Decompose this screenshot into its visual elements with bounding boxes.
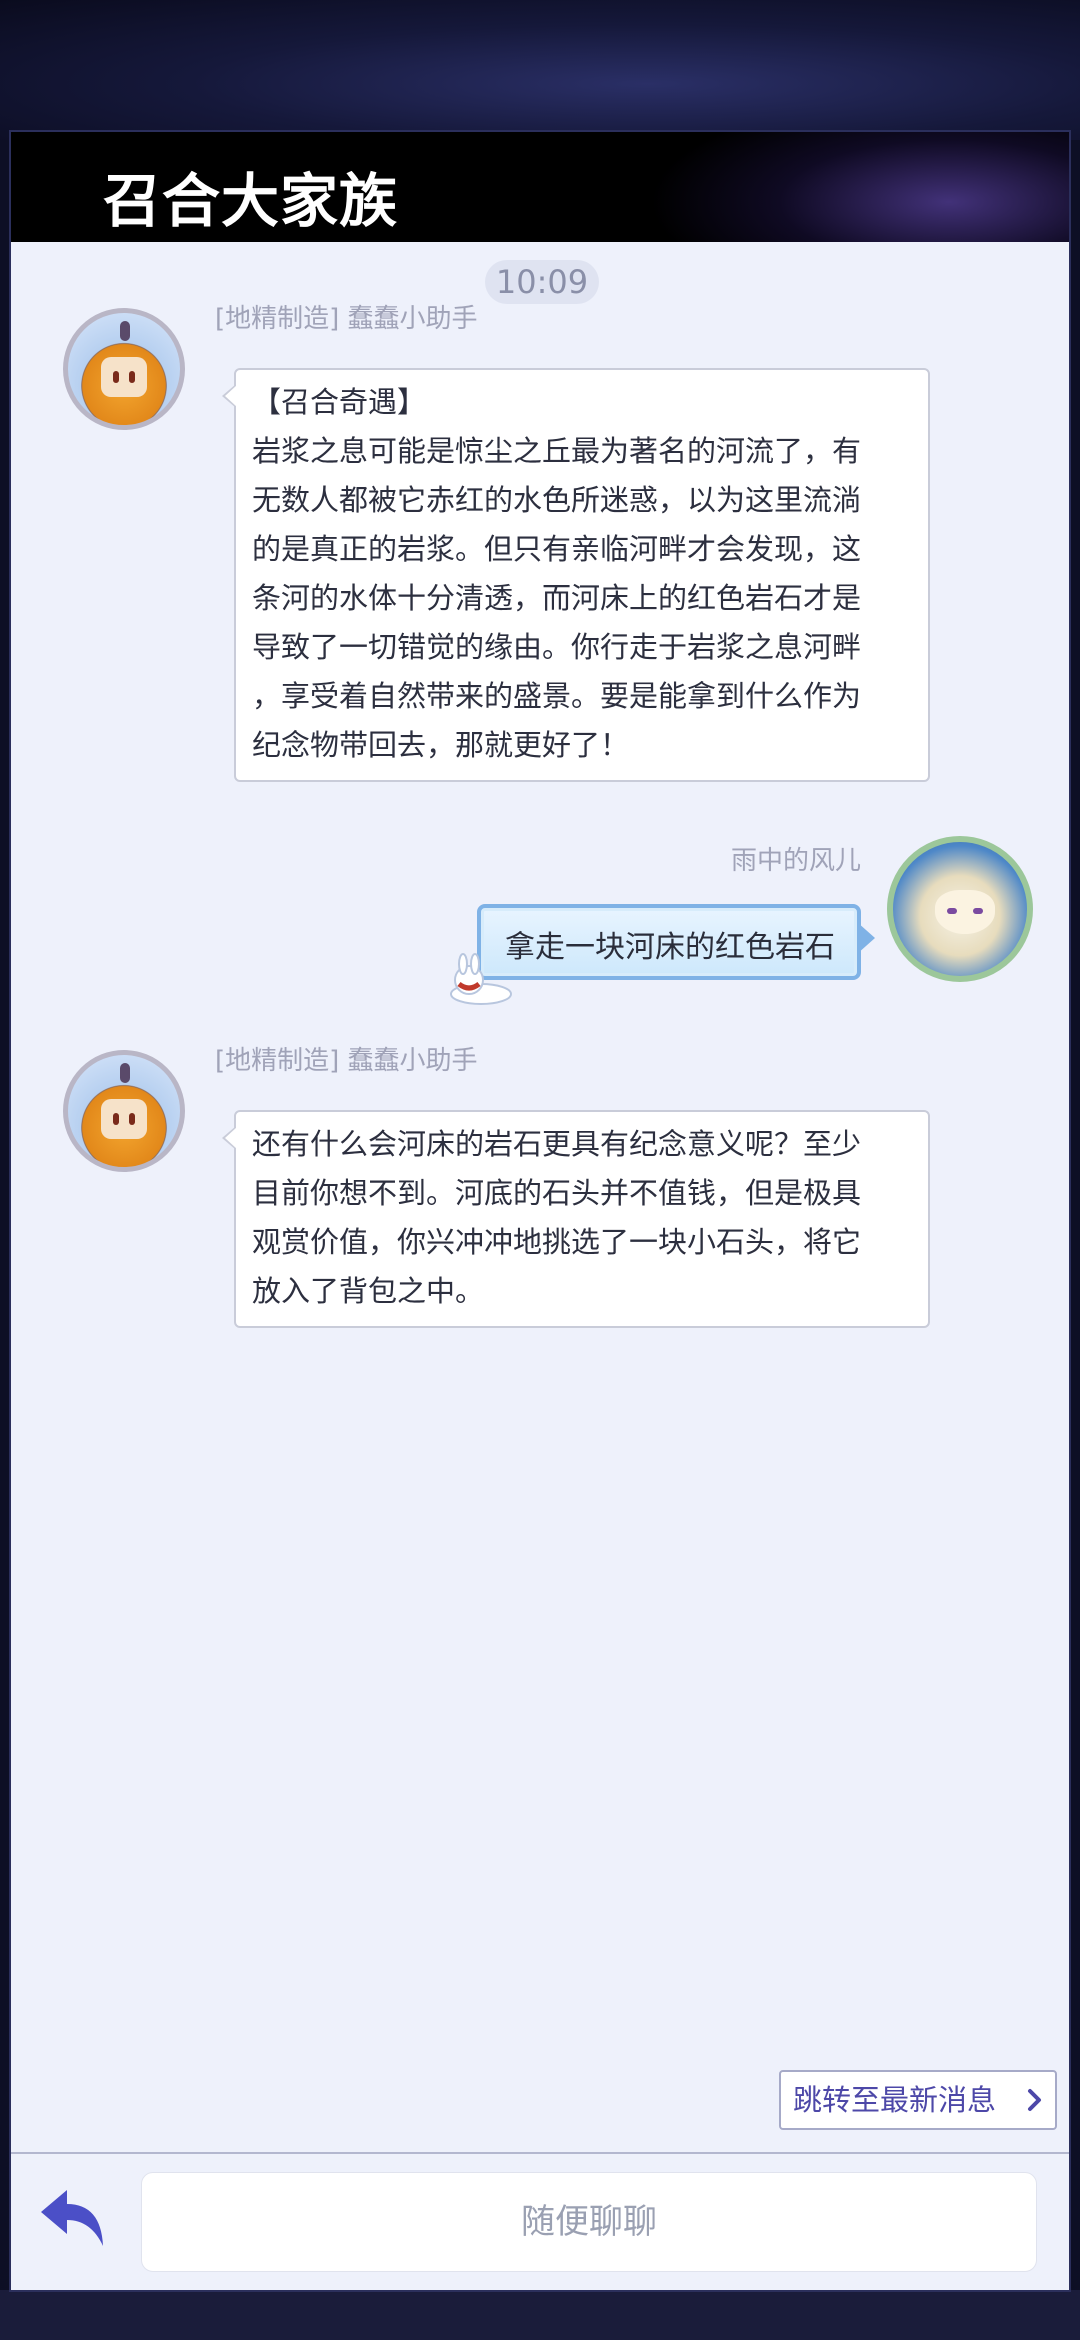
message-line: 导致了一切错觉的缘由。你行走于岩浆之息河畔 <box>252 630 862 664</box>
message-line: 观赏价值，你兴冲冲地挑选了一块小石头，将它 <box>252 1225 862 1259</box>
user-message-bubble: 拿走一块河床的红色岩石 <box>477 904 861 980</box>
background-bottom <box>0 2290 1080 2340</box>
snowman-decoration-icon <box>450 953 512 1005</box>
timestamp-pill: 10:09 <box>485 260 599 304</box>
background-top <box>0 0 1080 140</box>
message-line: 条河的水体十分清透，而河床上的红色岩石才是 <box>252 581 862 615</box>
message-text: 拿走一块河床的红色岩石 <box>505 930 835 965</box>
message-line: 纪念物带回去，那就更好了！ <box>252 728 630 762</box>
message-bubble: 还有什么会河床的岩石更具有纪念意义呢？至少 目前你想不到。河底的石头并不值钱，但… <box>222 1110 930 1328</box>
jump-to-latest-label: 跳转至最新消息 <box>793 2083 997 2117</box>
bot-avatar[interactable] <box>63 308 185 430</box>
sender-name: [地精制造] 蠢蠢小助手 <box>215 304 478 334</box>
bot-avatar[interactable] <box>63 1050 185 1172</box>
header-bar: 召合大家族 <box>11 132 1069 242</box>
reply-arrow-icon[interactable] <box>35 2184 111 2250</box>
jump-to-latest-button[interactable]: 跳转至最新消息 <box>779 2070 1057 2130</box>
message-bubble: 【召合奇遇】 岩浆之息可能是惊尘之丘最为著名的河流了，有 无数人都被它赤红的水色… <box>222 368 930 782</box>
sender-name: 雨中的风儿 <box>731 846 862 876</box>
footer-divider <box>11 2152 1069 2154</box>
sender-name: [地精制造] 蠢蠢小助手 <box>215 1046 478 1076</box>
message-line: 【召合奇遇】 <box>252 385 427 419</box>
page-title: 召合大家族 <box>103 167 399 235</box>
message-line: 的是真正的岩浆。但只有亲临河畔才会发现，这 <box>252 532 862 566</box>
bubble-tail <box>857 922 875 954</box>
user-avatar[interactable] <box>887 836 1033 982</box>
message-line: 无数人都被它赤红的水色所迷惑，以为这里流淌 <box>252 483 862 517</box>
message-line: ，享受着自然带来的盛景。要是能拿到什么作为 <box>252 679 862 713</box>
chat-input[interactable]: 随便聊聊 <box>141 2172 1037 2272</box>
chevron-right-icon <box>1028 2089 1041 2111</box>
message-line: 目前你想不到。河底的石头并不值钱，但是极具 <box>252 1176 862 1210</box>
chat-panel: 召合大家族 10:09 [地精制造] 蠢蠢小助手 【召合奇遇】 岩浆之息可能是惊… <box>9 130 1071 2292</box>
message-line: 还有什么会河床的岩石更具有纪念意义呢？至少 <box>252 1127 862 1161</box>
message-line: 岩浆之息可能是惊尘之丘最为著名的河流了，有 <box>252 434 862 468</box>
message-line: 放入了背包之中。 <box>252 1274 485 1308</box>
